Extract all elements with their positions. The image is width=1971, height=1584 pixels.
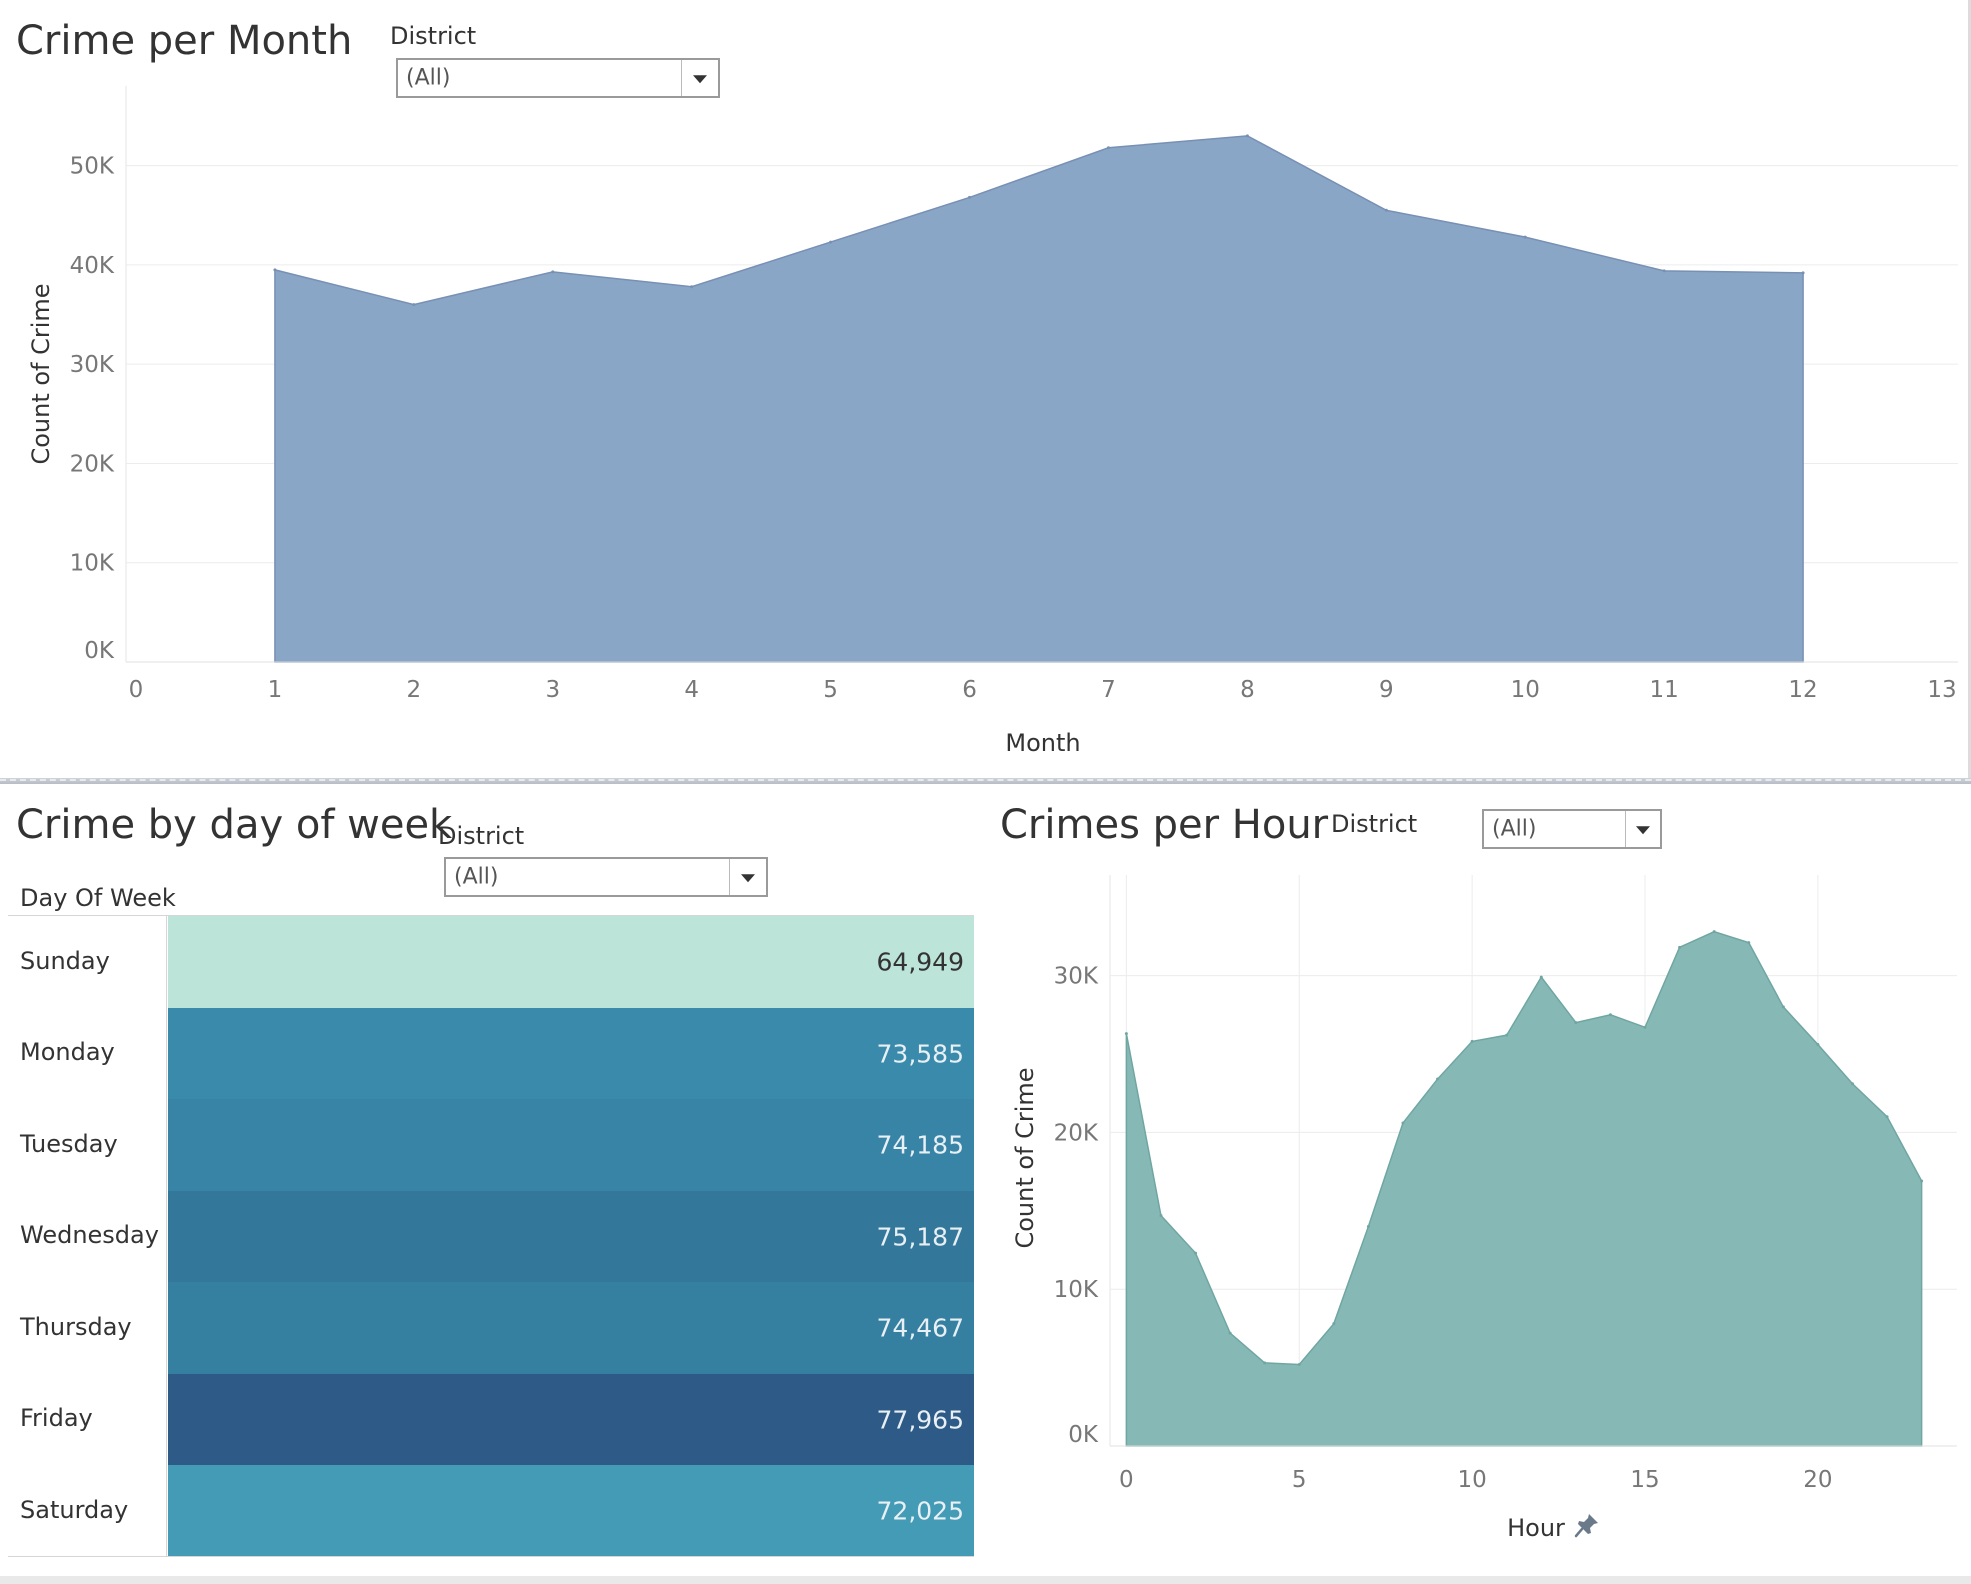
data-point xyxy=(1920,1179,1924,1183)
data-point xyxy=(1678,945,1682,949)
data-point xyxy=(1747,941,1751,945)
data-point xyxy=(1643,1025,1647,1029)
data-point xyxy=(1608,1013,1612,1017)
data-point xyxy=(1366,1224,1370,1228)
data-point xyxy=(1712,930,1716,934)
data-point xyxy=(1124,1032,1128,1036)
y-axis-title: Count of Crime xyxy=(1011,1067,1039,1248)
data-point xyxy=(1850,1082,1854,1086)
data-point xyxy=(1781,1005,1785,1009)
hour-area-chart: 0K 10K 20K 30K 0 5 10 15 20 Hour Count of Crime xyxy=(1011,875,1957,1542)
pin-icon[interactable] xyxy=(1574,1512,1600,1538)
y-tick-label: 10K xyxy=(1054,1277,1099,1303)
y-tick-label: 20K xyxy=(1054,1120,1099,1146)
data-point xyxy=(1194,1251,1198,1255)
x-tick-label: 10 xyxy=(1457,1467,1486,1493)
dashboard-bottom-edge xyxy=(0,1576,1971,1584)
data-point xyxy=(1401,1121,1405,1125)
data-point xyxy=(1332,1322,1336,1326)
y-tick-label: 0K xyxy=(1068,1422,1099,1448)
data-point xyxy=(1885,1115,1889,1119)
x-tick-label: 0 xyxy=(1119,1467,1134,1493)
data-point xyxy=(1470,1039,1474,1043)
data-point xyxy=(1297,1362,1301,1366)
data-point xyxy=(1539,975,1543,979)
y-tick-label: 30K xyxy=(1054,964,1099,990)
data-point xyxy=(1436,1077,1440,1081)
x-tick-label: 20 xyxy=(1803,1467,1832,1493)
x-tick-label: 15 xyxy=(1630,1467,1659,1493)
x-tick-label: 5 xyxy=(1292,1467,1307,1493)
data-point xyxy=(1816,1043,1820,1047)
data-point xyxy=(1574,1021,1578,1025)
data-point xyxy=(1159,1213,1163,1217)
data-point xyxy=(1263,1361,1267,1365)
x-axis-title: Hour xyxy=(1507,1514,1565,1542)
data-point xyxy=(1228,1331,1232,1335)
data-point xyxy=(1505,1033,1509,1037)
series-area xyxy=(1125,930,1923,1447)
